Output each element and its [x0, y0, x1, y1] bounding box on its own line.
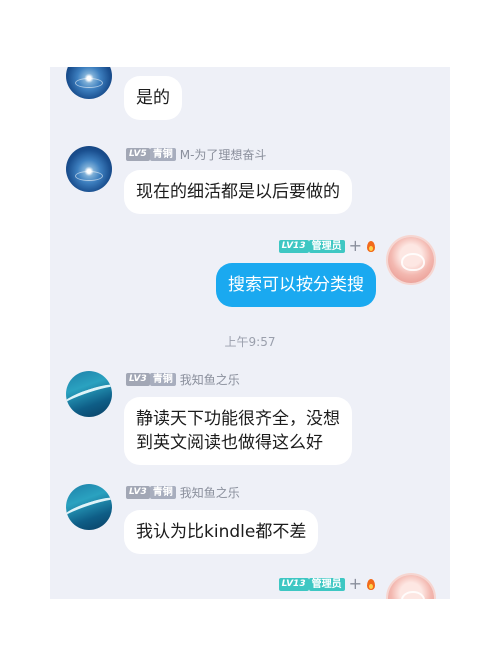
river-avatar[interactable]: [66, 484, 112, 530]
level-badge: LV13: [278, 239, 309, 253]
sender-meta: LV13 管理员 +: [278, 574, 376, 593]
message-bubble[interactable]: 我认为比kindle都不差: [124, 510, 319, 554]
rank-badge: 青铜: [149, 147, 176, 161]
level-badge: LV13: [278, 577, 309, 591]
fire-icon: [366, 240, 376, 253]
water-drop-avatar[interactable]: [66, 146, 112, 192]
water-drop-avatar[interactable]: [66, 67, 112, 99]
sender-meta: LV5 青铜 M-为了理想奋斗: [126, 146, 266, 162]
chat-message-list[interactable]: 是的 LV5 青铜 M-为了理想奋斗 现在的细活都是以后要做的 LV13 管理员…: [50, 67, 450, 599]
river-avatar[interactable]: [66, 371, 112, 417]
sender-name[interactable]: 我知鱼之乐: [180, 484, 240, 501]
rank-badge: 青铜: [149, 372, 176, 386]
fire-icon: [366, 578, 376, 591]
level-badge: LV3: [126, 485, 150, 499]
message-bubble[interactable]: 静读天下功能很齐全，没想 到英文阅读也做得这么好: [124, 397, 352, 465]
rank-badge: 管理员: [308, 239, 345, 253]
pink-avatar[interactable]: [388, 237, 434, 283]
sender-meta: LV3 青铜 我知鱼之乐: [126, 484, 240, 500]
level-badge: LV3: [126, 372, 150, 386]
message-bubble[interactable]: 现在的细活都是以后要做的: [124, 170, 352, 214]
plus-icon: +: [348, 574, 362, 593]
message-bubble[interactable]: 搜索可以按分类搜: [216, 263, 376, 307]
timestamp: 上午9:57: [224, 335, 276, 349]
plus-icon: +: [348, 236, 362, 255]
rank-badge: 管理员: [308, 577, 345, 591]
message-bubble[interactable]: 是的: [124, 76, 182, 120]
sender-meta: LV13 管理员 +: [278, 236, 376, 255]
sender-meta: LV3 青铜 我知鱼之乐: [126, 371, 240, 387]
sender-name[interactable]: M-为了理想奋斗: [180, 146, 267, 163]
sender-name[interactable]: 我知鱼之乐: [180, 371, 240, 388]
level-badge: LV5: [126, 147, 150, 161]
rank-badge: 青铜: [149, 485, 176, 499]
pink-avatar[interactable]: [388, 575, 434, 599]
